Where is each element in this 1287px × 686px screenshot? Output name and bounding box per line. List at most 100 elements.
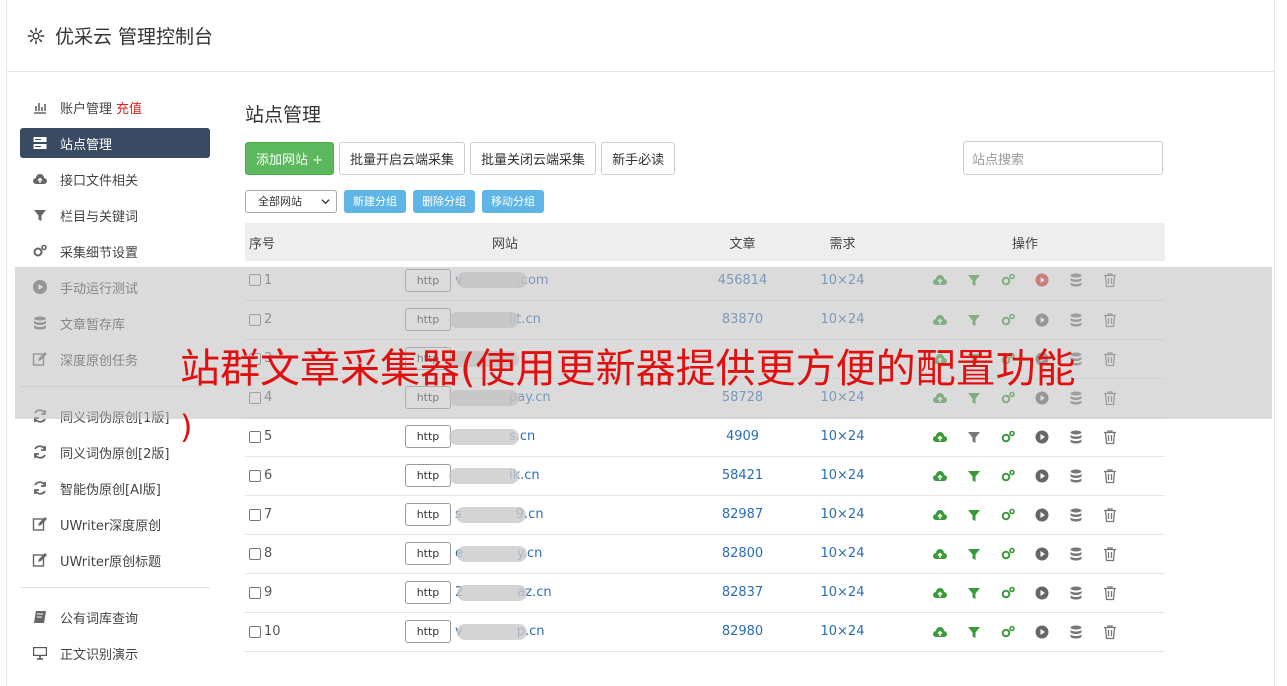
redacted-mask bbox=[449, 428, 519, 445]
sidebar-item-3[interactable]: 栏目与关键词 bbox=[20, 200, 210, 230]
beginner-guide-button[interactable]: 新手必读 bbox=[601, 141, 676, 175]
row-checkbox[interactable] bbox=[249, 625, 261, 638]
table-row[interactable]: 8httpey.cn8280010×24 bbox=[245, 534, 1165, 573]
need-value[interactable]: 10×24 bbox=[800, 534, 885, 573]
add-site-button[interactable]: 添加网站 + bbox=[245, 141, 335, 175]
trash-icon[interactable] bbox=[1102, 624, 1118, 640]
database-icon[interactable] bbox=[1068, 546, 1084, 562]
sidebar-item-11[interactable]: UWriter深度原创 bbox=[20, 509, 210, 539]
table-row[interactable]: 7https9.cn8298710×24 bbox=[245, 495, 1165, 534]
batch-enable-cloud-button[interactable]: 批量开启云端采集 bbox=[339, 141, 466, 175]
row-checkbox[interactable] bbox=[249, 547, 261, 560]
play-circle-icon[interactable] bbox=[1034, 429, 1050, 445]
article-count[interactable]: 4909 bbox=[685, 417, 800, 456]
filter-icon[interactable] bbox=[966, 624, 982, 640]
http-badge[interactable]: http bbox=[405, 464, 451, 487]
http-badge[interactable]: http bbox=[405, 620, 451, 643]
cloud-upload-icon[interactable] bbox=[932, 585, 948, 601]
need-value[interactable]: 10×24 bbox=[800, 495, 885, 534]
cloud-upload-icon bbox=[32, 171, 48, 187]
need-value[interactable]: 10×24 bbox=[800, 456, 885, 495]
article-count[interactable]: 82800 bbox=[685, 534, 800, 573]
row-checkbox[interactable] bbox=[249, 508, 261, 521]
cloud-upload-icon[interactable] bbox=[932, 624, 948, 640]
site-link[interactable]: vp.cn bbox=[455, 623, 544, 640]
sidebar-item-0[interactable]: 账户管理 充值 bbox=[20, 92, 210, 122]
cloud-upload-icon[interactable] bbox=[932, 546, 948, 562]
site-search-input[interactable]: 站点搜索 bbox=[963, 141, 1163, 175]
database-icon[interactable] bbox=[1068, 585, 1084, 601]
row-actions bbox=[885, 612, 1165, 651]
site-link[interactable]: s.cn bbox=[449, 428, 535, 445]
article-count[interactable]: 82980 bbox=[685, 612, 800, 651]
table-row[interactable]: 9http2az.cn8283710×24 bbox=[245, 573, 1165, 612]
play-circle-icon[interactable] bbox=[1034, 546, 1050, 562]
gears-icon[interactable] bbox=[1000, 585, 1016, 601]
gears-icon[interactable] bbox=[1000, 507, 1016, 523]
cloud-upload-icon[interactable] bbox=[932, 429, 948, 445]
delete-group-button[interactable]: 删除分组 bbox=[413, 189, 475, 213]
new-group-button[interactable]: 新建分组 bbox=[344, 189, 406, 213]
row-checkbox[interactable] bbox=[249, 430, 261, 443]
sidebar-divider bbox=[20, 587, 210, 588]
site-link[interactable]: ik.cn bbox=[449, 467, 540, 484]
trash-icon[interactable] bbox=[1102, 546, 1118, 562]
gears-icon[interactable] bbox=[1000, 546, 1016, 562]
filter-icon[interactable] bbox=[966, 507, 982, 523]
row-checkbox[interactable] bbox=[249, 586, 261, 599]
http-badge[interactable]: http bbox=[405, 542, 451, 565]
site-link[interactable]: s9.cn bbox=[455, 506, 544, 523]
article-count[interactable]: 58421 bbox=[685, 456, 800, 495]
sidebar-item-10[interactable]: 智能伪原创[AI版] bbox=[20, 473, 210, 503]
article-count[interactable]: 82987 bbox=[685, 495, 800, 534]
trash-icon[interactable] bbox=[1102, 585, 1118, 601]
row-number: 5 bbox=[264, 429, 273, 444]
move-group-button[interactable]: 移动分组 bbox=[482, 189, 544, 213]
table-row[interactable]: 6 http ik.cn 58421 10×24 bbox=[245, 456, 1165, 495]
site-link[interactable]: ey.cn bbox=[455, 545, 542, 562]
cloud-upload-icon[interactable] bbox=[932, 468, 948, 484]
gears-icon[interactable] bbox=[1000, 468, 1016, 484]
refresh-icon bbox=[32, 480, 48, 496]
filter-icon[interactable] bbox=[966, 429, 982, 445]
sidebar-item-4[interactable]: 采集细节设置 bbox=[20, 236, 210, 266]
sidebar-item-1[interactable]: 站点管理 bbox=[20, 128, 210, 158]
database-icon[interactable] bbox=[1068, 507, 1084, 523]
database-icon[interactable] bbox=[1068, 429, 1084, 445]
filter-icon[interactable] bbox=[966, 546, 982, 562]
database-icon[interactable] bbox=[1068, 468, 1084, 484]
redacted-mask bbox=[456, 623, 527, 640]
site-link[interactable]: 2az.cn bbox=[455, 584, 552, 601]
need-value[interactable]: 10×24 bbox=[800, 417, 885, 456]
trash-icon[interactable] bbox=[1102, 468, 1118, 484]
http-badge[interactable]: http bbox=[405, 503, 451, 526]
play-circle-icon[interactable] bbox=[1034, 585, 1050, 601]
filter-icon[interactable] bbox=[966, 585, 982, 601]
trash-icon[interactable] bbox=[1102, 507, 1118, 523]
table-row[interactable]: 10httpvp.cn8298010×24 bbox=[245, 612, 1165, 651]
trash-icon[interactable] bbox=[1102, 429, 1118, 445]
sidebar-item-12[interactable]: UWriter原创标题 bbox=[20, 545, 210, 575]
batch-disable-cloud-button[interactable]: 批量关闭云端采集 bbox=[470, 141, 597, 175]
need-value[interactable]: 10×24 bbox=[800, 573, 885, 612]
sidebar-item-2[interactable]: 接口文件相关 bbox=[20, 164, 210, 194]
sidebar-item-14[interactable]: 正文识别演示 bbox=[20, 638, 210, 668]
row-checkbox[interactable] bbox=[249, 469, 261, 482]
play-circle-icon[interactable] bbox=[1034, 468, 1050, 484]
filter-icon[interactable] bbox=[966, 468, 982, 484]
http-badge[interactable]: http bbox=[405, 425, 451, 448]
gears-icon[interactable] bbox=[1000, 624, 1016, 640]
recharge-link[interactable]: 充值 bbox=[116, 98, 142, 117]
database-icon[interactable] bbox=[1068, 624, 1084, 640]
gears-icon[interactable] bbox=[1000, 429, 1016, 445]
play-circle-icon[interactable] bbox=[1034, 507, 1050, 523]
http-badge[interactable]: http bbox=[405, 581, 451, 604]
sidebar-item-label: 正文识别演示 bbox=[60, 647, 139, 663]
group-select[interactable]: 全部网站 bbox=[245, 189, 337, 213]
sidebar-item-13[interactable]: 公有词库查询 bbox=[20, 602, 210, 632]
play-circle-icon[interactable] bbox=[1034, 624, 1050, 640]
need-value[interactable]: 10×24 bbox=[800, 612, 885, 651]
table-row[interactable]: 5 http s.cn 4909 10×24 bbox=[245, 417, 1165, 456]
cloud-upload-icon[interactable] bbox=[932, 507, 948, 523]
article-count[interactable]: 82837 bbox=[685, 573, 800, 612]
